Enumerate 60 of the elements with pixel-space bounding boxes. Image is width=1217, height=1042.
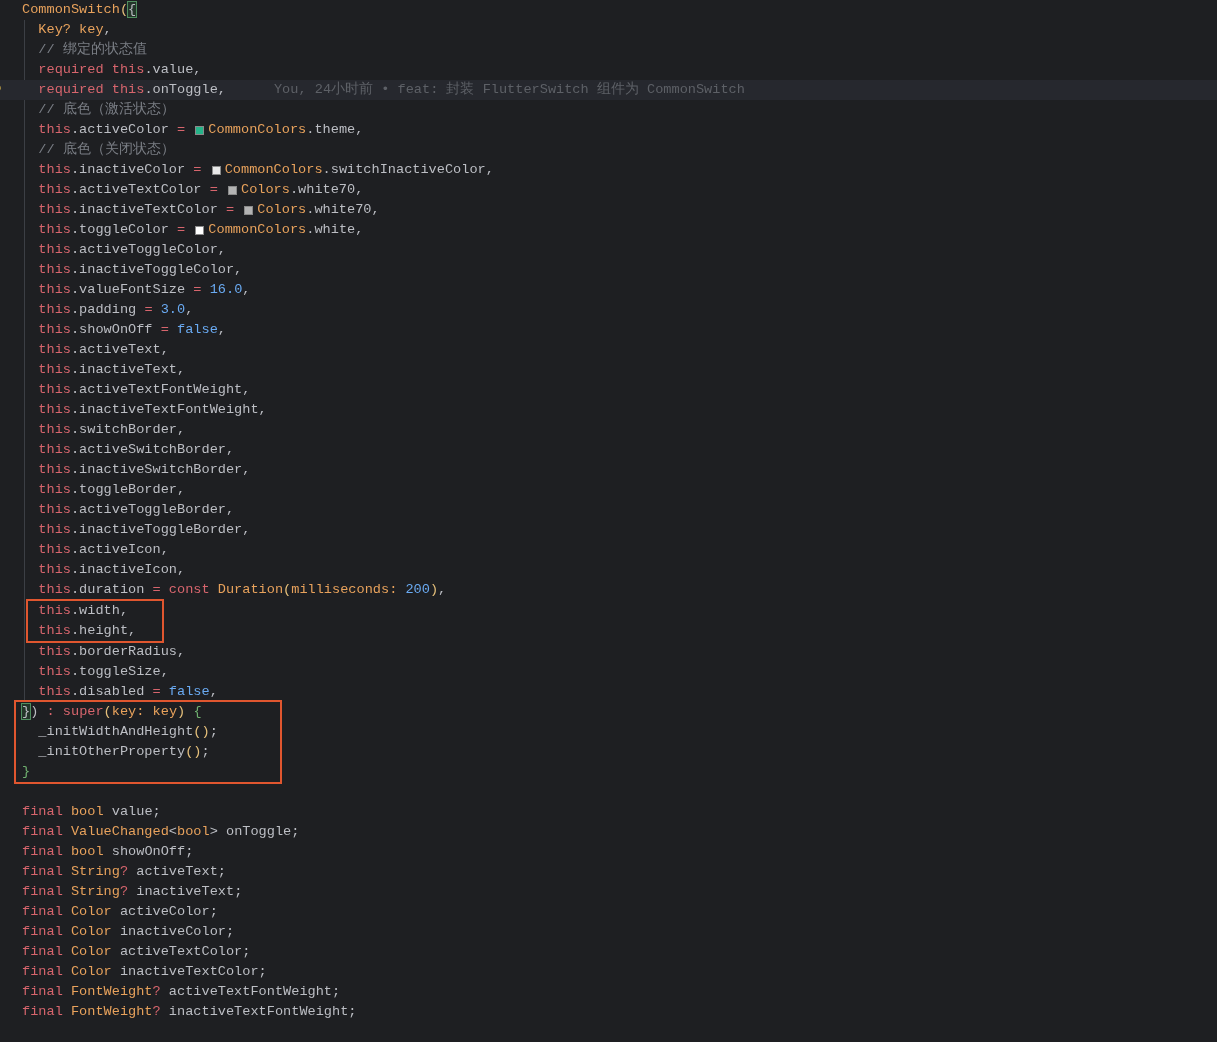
code-text: this.width,: [37, 602, 129, 620]
code-text: final ValueChanged<bool> onToggle;: [22, 823, 300, 841]
code-text: this.inactiveIcon,: [37, 561, 186, 579]
code-text: _initOtherProperty();: [37, 743, 210, 761]
code-text: this.inactiveToggleColor,: [37, 261, 243, 279]
code-text: CommonColors.switchInactiveColor,: [224, 161, 494, 179]
code-text: // 底色（关闭状态）: [37, 140, 175, 159]
color-swatch-icon[interactable]: [211, 165, 221, 175]
code-text: this.activeText,: [37, 341, 169, 359]
code-text: this.activeToggleColor,: [37, 241, 226, 259]
code-text: final bool value;: [22, 803, 161, 821]
code-text: final Color inactiveTextColor;: [22, 963, 267, 981]
code-text: this.activeColor =: [37, 121, 187, 139]
code-text: this.activeTextFontWeight,: [37, 381, 251, 399]
code-text: this.height,: [37, 622, 137, 640]
code-text: final String? activeText;: [22, 863, 226, 881]
code-text: this.activeSwitchBorder,: [37, 441, 235, 459]
code-text: this.toggleBorder,: [37, 481, 186, 499]
code-text: this.showOnOff = false,: [37, 321, 226, 339]
code-text: CommonSwitch({: [22, 1, 137, 19]
code-text: this.duration = const Duration(milliseconds: 200),: [37, 581, 447, 599]
code-text: this.inactiveText,: [37, 361, 186, 379]
code-text: CommonColors.theme,: [208, 121, 364, 139]
code-text: final Color activeTextColor;: [22, 943, 251, 961]
code-text: this.switchBorder,: [37, 421, 186, 439]
code-text: this.inactiveSwitchBorder,: [37, 461, 251, 479]
code-text: final Color activeColor;: [22, 903, 218, 921]
code-text: Colors.white70,: [240, 181, 364, 199]
code-text: this.padding = 3.0,: [37, 301, 194, 319]
code-text: // 绑定的状态值: [37, 40, 147, 59]
code-text: this.disabled = false,: [37, 683, 218, 701]
code-text: this.inactiveColor =: [37, 161, 203, 179]
code-text: this.activeTextColor =: [37, 181, 219, 199]
code-text: this.toggleSize,: [37, 663, 169, 681]
code-text: Colors.white70,: [257, 201, 380, 219]
code-text: this.toggleColor =: [37, 221, 187, 239]
code-text: this.activeIcon,: [37, 541, 169, 559]
code-text: this.inactiveToggleBorder,: [37, 521, 251, 539]
code-text: required this.value,: [37, 61, 202, 79]
code-text: final FontWeight? inactiveTextFontWeight;: [22, 1003, 357, 1021]
code-text: final bool showOnOff;: [22, 843, 194, 861]
code-text: this.inactiveTextFontWeight,: [37, 401, 267, 419]
code-text: // 底色（激活状态）: [37, 100, 175, 119]
color-swatch-icon[interactable]: [244, 205, 254, 215]
color-swatch-icon[interactable]: [195, 225, 205, 235]
code-text: final String? inactiveText;: [22, 883, 243, 901]
code-text: CommonColors.white,: [208, 221, 364, 239]
code-text: _initWidthAndHeight();: [37, 723, 218, 741]
code-text: this.activeToggleBorder,: [37, 501, 235, 519]
code-text: required this.onToggle,: [37, 81, 226, 99]
color-swatch-icon[interactable]: [227, 185, 237, 195]
code-text: final Color inactiveColor;: [22, 923, 235, 941]
color-swatch-icon[interactable]: [195, 125, 205, 135]
code-text: }: [22, 763, 31, 781]
code-text: this.valueFontSize = 16.0,: [37, 281, 251, 299]
code-text: final FontWeight? activeTextFontWeight;: [22, 983, 341, 1001]
code-text: }) : super(key: key) {: [22, 703, 202, 721]
code-text: this.borderRadius,: [37, 643, 186, 661]
code-text: this.inactiveTextColor =: [37, 201, 236, 219]
code-text: Key? key,: [37, 21, 112, 39]
